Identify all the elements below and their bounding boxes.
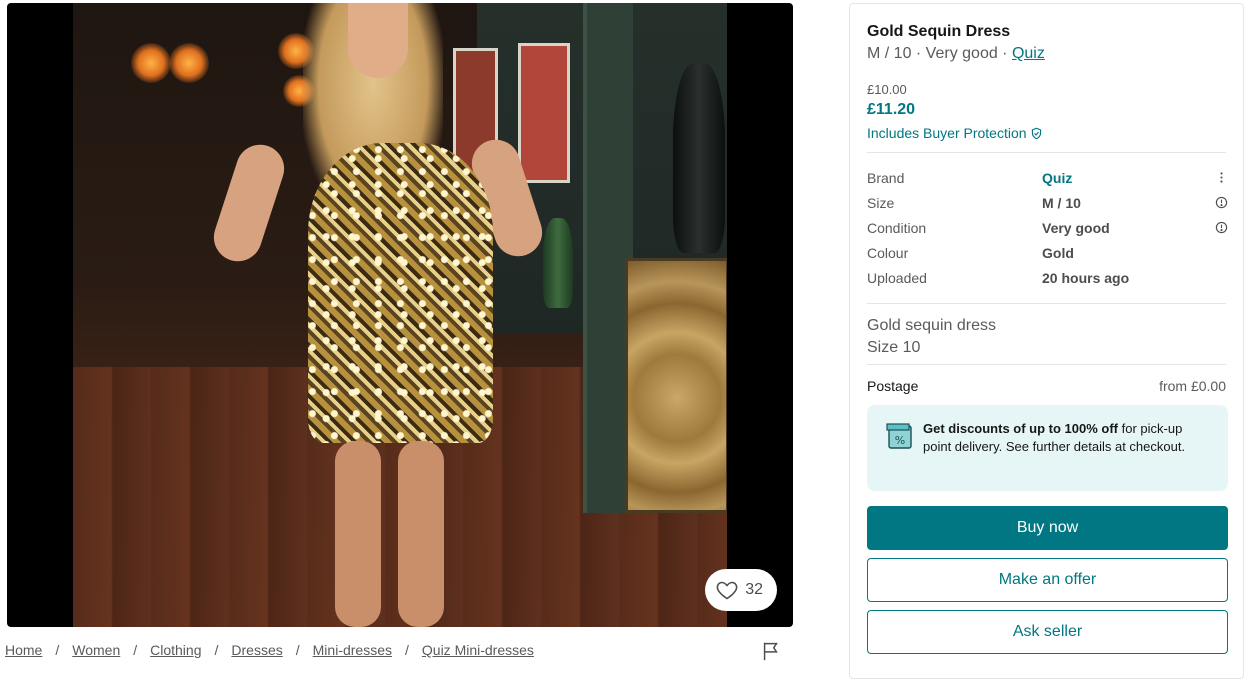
- attribute-label: Condition: [867, 219, 927, 236]
- attribute-value-colour: Gold: [1042, 244, 1074, 261]
- attribute-row-size: Size M / 10: [867, 190, 1228, 215]
- attribute-label: Colour: [867, 244, 909, 261]
- brand-link[interactable]: Quiz: [1012, 45, 1045, 62]
- attribute-value-uploaded: 20 hours ago: [1042, 269, 1130, 286]
- attribute-row-brand: Brand Quiz: [867, 165, 1228, 190]
- info-icon[interactable]: [1215, 221, 1228, 234]
- postage-value: from £0.00: [1159, 378, 1226, 394]
- item-price-with-protection[interactable]: £11.20: [867, 101, 915, 119]
- attribute-label: Uploaded: [867, 269, 927, 286]
- attribute-row-colour: Colour Gold: [867, 240, 1228, 265]
- photo-person-leg: [335, 441, 381, 627]
- item-attributes: Brand Quiz Size M / 10 Condition Very go…: [867, 165, 1228, 290]
- buyer-protection-link[interactable]: Includes Buyer Protection: [867, 125, 1043, 141]
- item-photo[interactable]: 32: [7, 3, 793, 627]
- photo-person-arm: [207, 138, 291, 268]
- breadcrumb-dresses[interactable]: Dresses: [231, 642, 282, 658]
- breadcrumb-quiz-mini-dresses[interactable]: Quiz Mini-dresses: [422, 642, 534, 658]
- breadcrumb-women[interactable]: Women: [72, 642, 120, 658]
- photo-scene: [73, 3, 727, 627]
- item-price: £10.00: [867, 82, 907, 97]
- description-line: Size 10: [867, 339, 921, 356]
- photo-frame: [518, 43, 570, 183]
- breadcrumb-clothing[interactable]: Clothing: [150, 642, 201, 658]
- info-icon[interactable]: [1215, 196, 1228, 209]
- photo-dress: [308, 143, 493, 443]
- photo-vase: [543, 218, 573, 308]
- breadcrumb-home[interactable]: Home: [5, 642, 42, 658]
- attribute-label: Brand: [867, 169, 905, 186]
- more-vertical-icon[interactable]: [1215, 171, 1228, 184]
- photo-vase: [673, 63, 725, 253]
- item-title: Gold Sequin Dress: [867, 23, 1011, 40]
- svg-text:%: %: [895, 434, 905, 447]
- attribute-label: Size: [867, 194, 895, 211]
- heart-icon: [716, 581, 738, 600]
- breadcrumb-separator: /: [214, 642, 219, 658]
- attribute-row-uploaded: Uploaded 20 hours ago: [867, 265, 1228, 290]
- ask-seller-button[interactable]: Ask seller: [867, 610, 1228, 654]
- breadcrumb: Home / Women / Clothing / Dresses / Mini…: [5, 642, 534, 658]
- photo-person-face: [348, 3, 408, 78]
- attribute-value-brand[interactable]: Quiz: [1042, 170, 1072, 186]
- photo-cabinet: [625, 258, 727, 513]
- breadcrumb-separator: /: [405, 642, 409, 658]
- photo-person-leg: [398, 441, 444, 627]
- photo-lamp: [131, 43, 171, 83]
- report-flag-icon[interactable]: [760, 640, 782, 662]
- breadcrumb-separator: /: [133, 642, 138, 658]
- item-description: Gold sequin dress Size 10: [867, 315, 996, 359]
- item-details-panel: Gold Sequin Dress M / 10 · Very good · Q…: [849, 3, 1244, 679]
- attribute-row-condition: Condition Very good: [867, 215, 1228, 240]
- shipping-discount-banner: % Get discounts of up to 100% off for pi…: [867, 405, 1228, 491]
- attribute-value-condition: Very good: [1042, 219, 1110, 236]
- item-summary-text: M / 10 · Very good ·: [867, 45, 1012, 62]
- breadcrumb-separator: /: [295, 642, 300, 658]
- postage-row: Postage from £0.00: [867, 378, 1226, 394]
- make-offer-button[interactable]: Make an offer: [867, 558, 1228, 602]
- item-summary: M / 10 · Very good · Quiz: [867, 45, 1045, 63]
- attribute-value-size: M / 10: [1042, 194, 1081, 211]
- divider: [867, 152, 1226, 153]
- buyer-protection-label: Includes Buyer Protection: [867, 125, 1027, 141]
- favourite-count: 32: [745, 581, 763, 598]
- promo-bold-text: Get discounts of up to 100% off: [923, 421, 1119, 436]
- discount-tag-icon: %: [886, 423, 912, 449]
- photo-lamp: [169, 43, 209, 83]
- breadcrumb-separator: /: [55, 642, 60, 658]
- shield-check-icon: [1031, 127, 1041, 139]
- description-line: Gold sequin dress: [867, 317, 996, 334]
- favourite-button[interactable]: 32: [705, 569, 777, 611]
- divider: [867, 303, 1226, 304]
- postage-label: Postage: [867, 378, 919, 394]
- breadcrumb-mini-dresses[interactable]: Mini-dresses: [313, 642, 392, 658]
- buy-now-button[interactable]: Buy now: [867, 506, 1228, 550]
- divider: [867, 364, 1226, 365]
